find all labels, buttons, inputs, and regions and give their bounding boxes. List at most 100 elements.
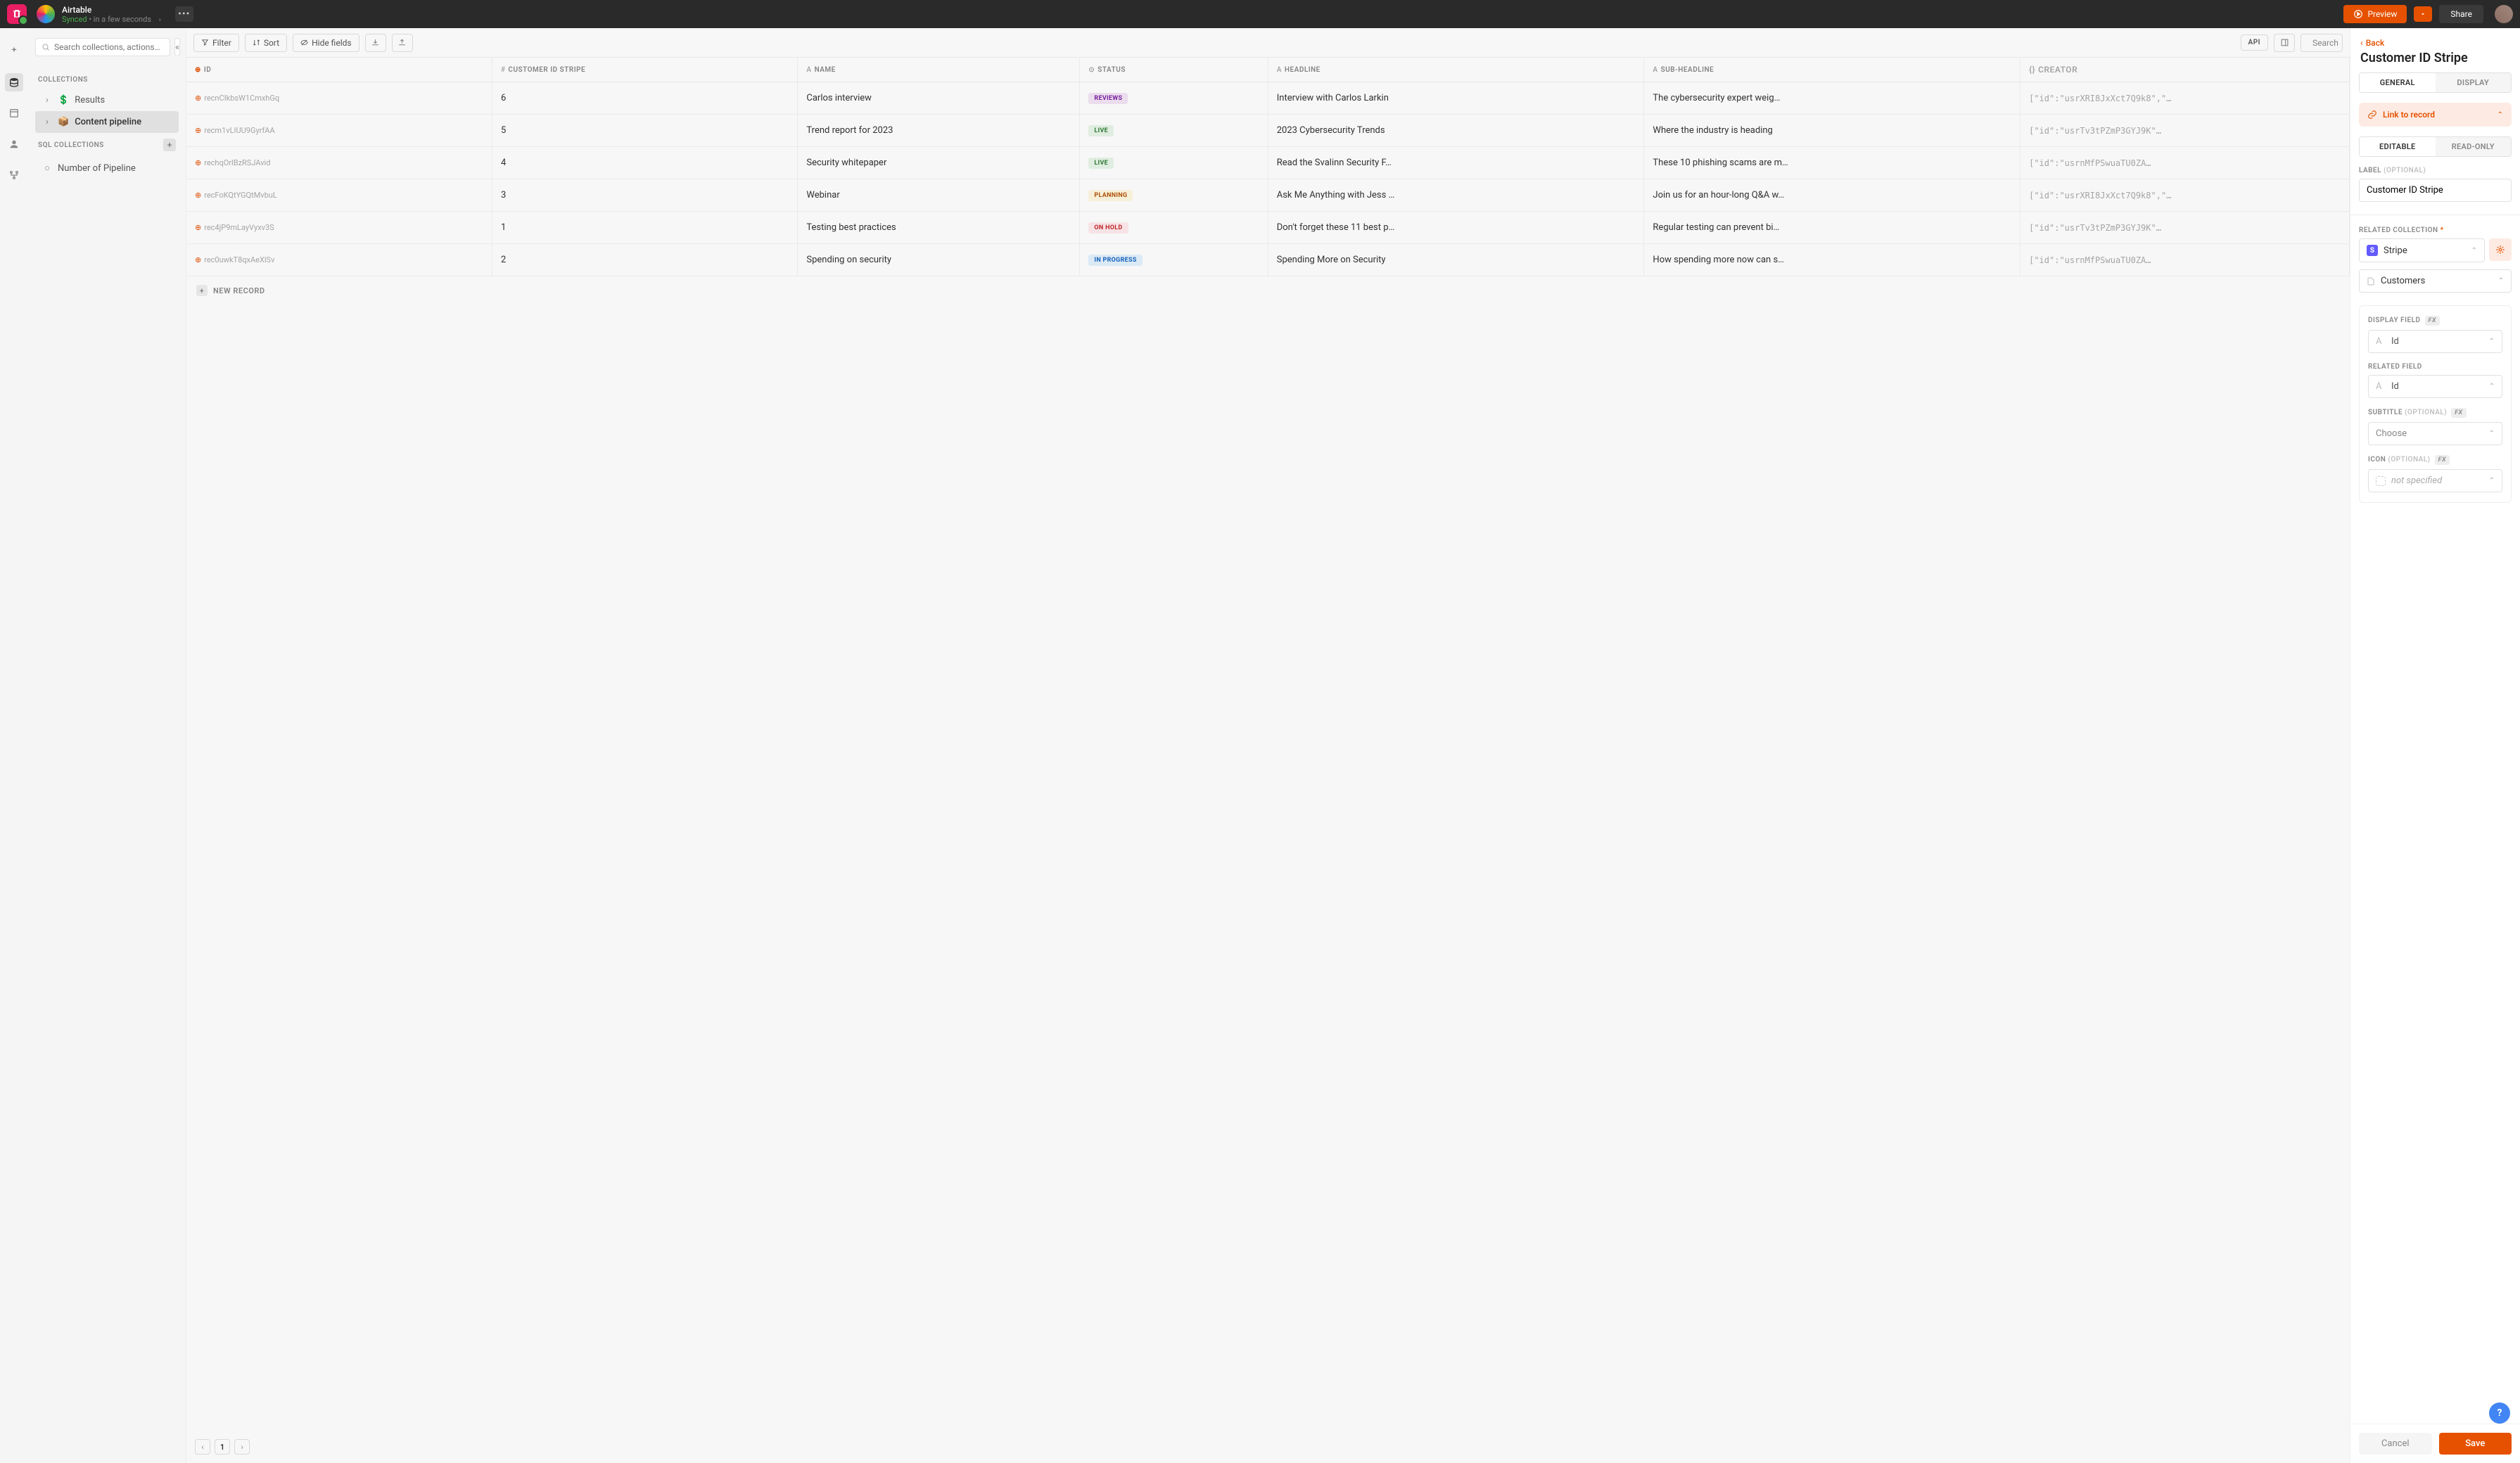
link-to-record[interactable]: Link to record ⌃ <box>2359 103 2512 127</box>
export-button[interactable] <box>392 34 413 52</box>
edit-tabs: EDITABLE READ-ONLY <box>2359 136 2512 157</box>
pagination: ‹ 1 › <box>195 1439 250 1455</box>
sidebar: « Collections › 💲 Results › 📦 Content pi… <box>28 28 186 1463</box>
project-icon[interactable] <box>37 5 55 23</box>
table-row[interactable]: ⊕rec4jP9mLayVyxv3S 1 Testing best practi… <box>186 212 2350 244</box>
toolbar: Filter Sort Hide fields API Search <box>186 28 2350 58</box>
related-field-select[interactable]: A Id ⌃ <box>2368 375 2502 398</box>
table-row[interactable]: ⊕recnCIkbsW1CmxhGq 6 Carlos interview RE… <box>186 82 2350 115</box>
circle-icon: ○ <box>42 162 52 174</box>
data-table: ⊕ID #Customer ID Stripe AName ⊙Status AH… <box>186 58 2350 276</box>
api-button[interactable]: API <box>2241 34 2268 51</box>
preview-dropdown[interactable] <box>2414 6 2432 22</box>
page-1[interactable]: 1 <box>215 1439 230 1455</box>
chevron-icon: › <box>42 117 52 127</box>
layout-button[interactable] <box>2274 34 2295 52</box>
stripe-icon: S <box>2367 245 2378 256</box>
text-icon: A <box>806 66 811 74</box>
subtitle-select[interactable]: Choose ⌃ <box>2368 422 2502 445</box>
field-settings-panel: ‹ Back Customer ID Stripe GENERAL DISPLA… <box>2350 28 2520 1463</box>
hash-icon: # <box>501 66 505 74</box>
next-page-button[interactable]: › <box>234 1439 250 1455</box>
select-icon: ⊙ <box>1088 66 1095 74</box>
json-icon: {} <box>2029 65 2035 75</box>
sql-collections-header: SQL Collections <box>38 141 104 149</box>
main-content: Filter Sort Hide fields API Search ⊕ID #… <box>186 28 2350 1463</box>
panel-title: Customer ID Stripe <box>2360 51 2510 65</box>
sidebar-search-input[interactable] <box>54 42 164 52</box>
search-icon <box>42 43 50 51</box>
save-button[interactable]: Save <box>2439 1433 2512 1455</box>
project-info: Airtable Synced • in a few seconds › <box>62 5 161 24</box>
related-table-select[interactable]: Customers ⌃ <box>2359 269 2512 293</box>
icon-select[interactable]: not specified ⌃ <box>2368 469 2502 492</box>
key-icon: ⊕ <box>195 66 201 74</box>
share-button[interactable]: Share <box>2439 5 2483 23</box>
chevron-down-icon: ⌃ <box>2489 383 2495 390</box>
table-row[interactable]: ⊕recFoKQtYGQtMvbuL 3 Webinar PLANNING As… <box>186 179 2350 212</box>
nav-content-pipeline[interactable]: › 📦 Content pipeline <box>35 111 179 133</box>
link-icon <box>2367 110 2377 120</box>
collections-header: Collections <box>38 76 176 84</box>
fx-badge: fx <box>2425 316 2440 326</box>
chevron-down-icon: ⌃ <box>2489 477 2495 485</box>
chevron-down-icon: ⌃ <box>2497 111 2503 119</box>
fx-badge: fx <box>2451 408 2466 418</box>
related-collection-select[interactable]: S Stripe ⌃ <box>2359 238 2485 262</box>
rail-users-icon[interactable] <box>5 135 23 153</box>
plus-icon: + <box>196 285 208 296</box>
box-icon: 📦 <box>58 117 69 127</box>
table-search[interactable]: Search <box>2301 34 2343 52</box>
user-avatar[interactable] <box>2495 5 2513 23</box>
preview-button[interactable]: Preview <box>2343 5 2407 23</box>
text-icon: A <box>1277 66 1282 74</box>
dollar-icon: 💲 <box>58 95 69 106</box>
more-button[interactable]: ••• <box>175 6 193 22</box>
chevron-down-icon: ⌃ <box>2498 277 2504 285</box>
help-button[interactable]: ? <box>2489 1403 2510 1424</box>
tab-display[interactable]: DISPLAY <box>2436 73 2512 92</box>
chevron-down-icon: ⌃ <box>2489 338 2495 345</box>
main-tabs: GENERAL DISPLAY <box>2359 72 2512 93</box>
sync-status: Synced • in a few seconds › <box>62 15 161 24</box>
text-icon: A <box>1653 66 1657 74</box>
rail-pages-icon[interactable] <box>5 104 23 122</box>
chevron-right-icon: › <box>159 16 161 24</box>
filter-button[interactable]: Filter <box>193 34 239 52</box>
tab-readonly[interactable]: READ-ONLY <box>2436 137 2512 156</box>
project-name: Airtable <box>62 5 161 15</box>
tab-editable[interactable]: EDITABLE <box>2360 137 2436 156</box>
rail-workflow-icon[interactable] <box>5 166 23 184</box>
label-input[interactable] <box>2359 179 2512 202</box>
cancel-button[interactable]: Cancel <box>2359 1433 2432 1455</box>
nav-number-of-pipeline[interactable]: ○ Number of Pipeline <box>35 157 179 179</box>
import-button[interactable] <box>365 34 386 52</box>
chevron-down-icon: ⌃ <box>2471 247 2477 255</box>
collapse-sidebar-button[interactable]: « <box>174 38 180 56</box>
rail-data-icon[interactable] <box>5 73 23 91</box>
rail-magic-icon[interactable] <box>5 42 23 60</box>
table-row[interactable]: ⊕recm1vLIUU9GyrfAA 5 Trend report for 20… <box>186 115 2350 147</box>
table-row[interactable]: ⊕rechqOrlBzRSJAvid 4 Security whitepaper… <box>186 147 2350 179</box>
prev-page-button[interactable]: ‹ <box>195 1439 210 1455</box>
chevron-icon: › <box>42 95 52 106</box>
fx-badge: fx <box>2435 455 2450 465</box>
display-field-select[interactable]: A Id ⌃ <box>2368 330 2502 353</box>
empty-icon-slot <box>2376 476 2386 486</box>
hide-fields-button[interactable]: Hide fields <box>293 34 359 52</box>
sort-button[interactable]: Sort <box>245 34 287 52</box>
new-record-button[interactable]: + NEW RECORD <box>186 276 2350 305</box>
text-icon: A <box>2376 381 2386 392</box>
app-logo[interactable] <box>7 4 27 24</box>
icon-rail <box>0 28 28 1463</box>
collection-settings-button[interactable] <box>2489 238 2512 261</box>
table-row[interactable]: ⊕rec0uwkT8qxAeXlSv 2 Spending on securit… <box>186 244 2350 276</box>
nav-results[interactable]: › 💲 Results <box>35 89 179 111</box>
add-sql-collection-button[interactable]: + <box>163 139 176 151</box>
chevron-down-icon: ⌃ <box>2489 430 2495 437</box>
sidebar-search[interactable] <box>35 38 170 56</box>
tab-general[interactable]: GENERAL <box>2360 73 2436 92</box>
text-icon: A <box>2376 336 2386 347</box>
back-link[interactable]: ‹ Back <box>2360 38 2510 48</box>
document-icon <box>2367 277 2375 286</box>
